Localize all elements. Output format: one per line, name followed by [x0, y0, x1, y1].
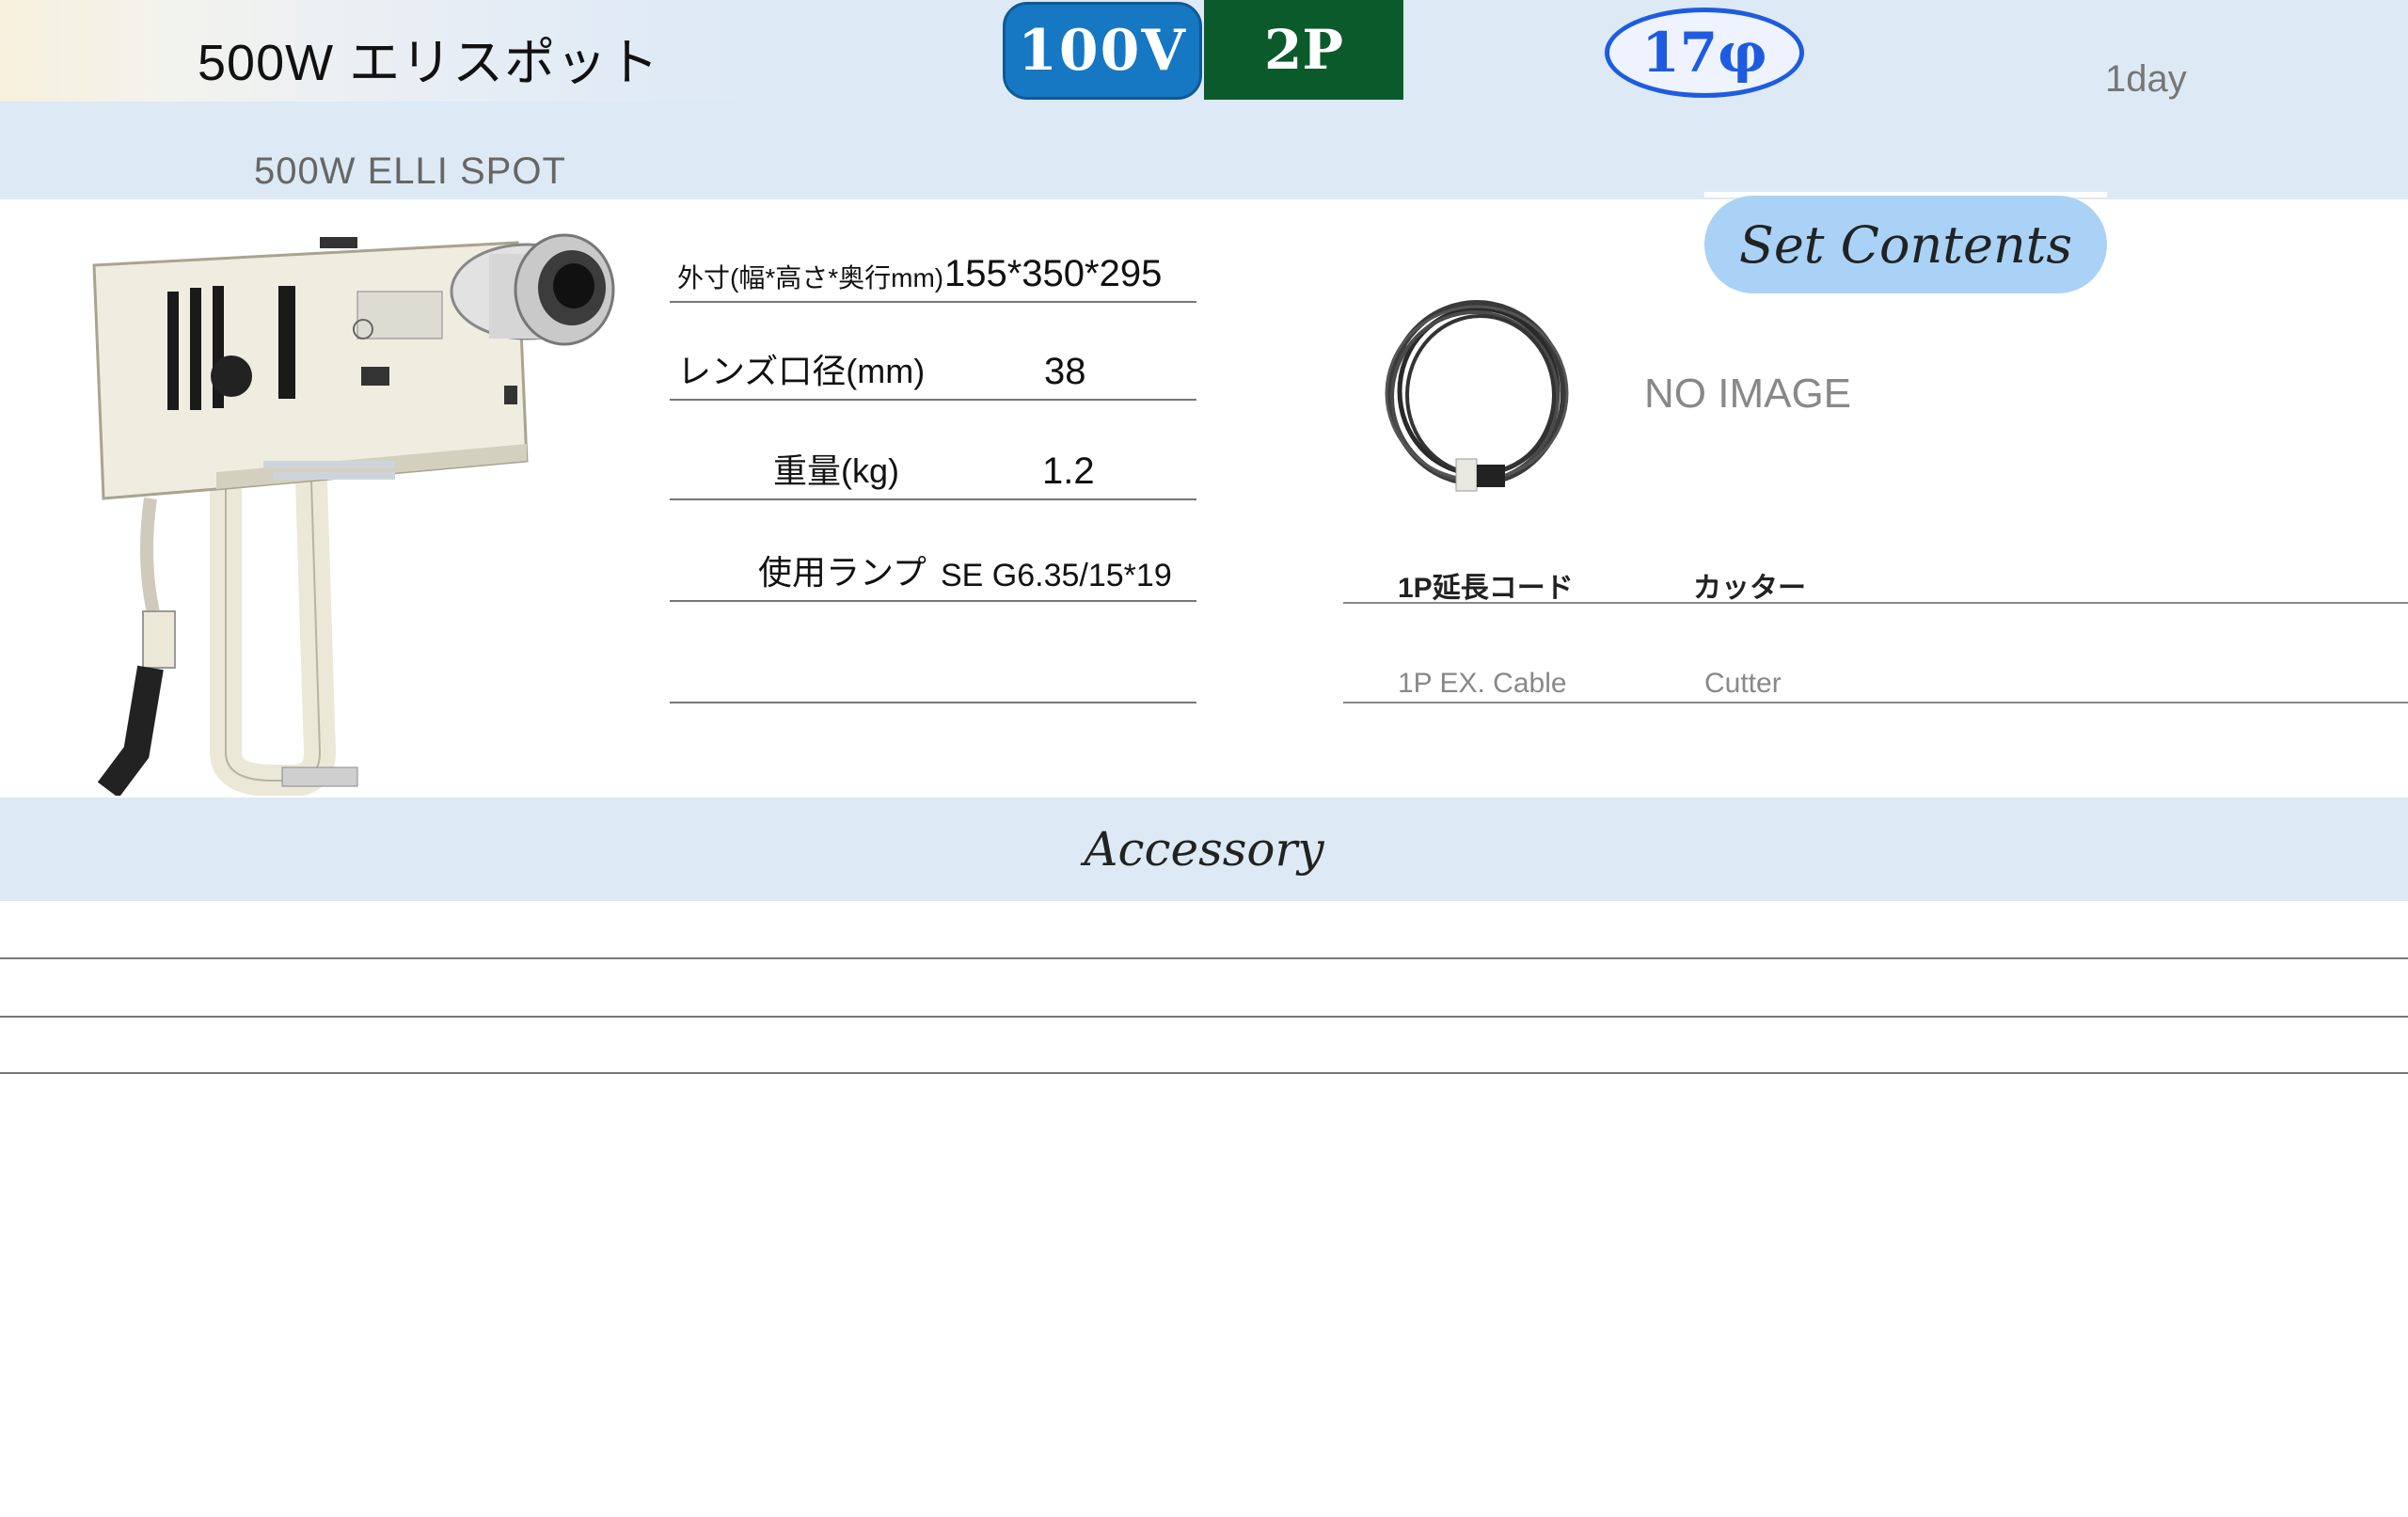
spec-label: 重量(kg): [773, 451, 899, 490]
no-image-placeholder: NO IMAGE: [1644, 371, 1852, 417]
spec-value: SE G6.35/15*19: [941, 558, 1172, 593]
spec-label: 使用ランプ: [758, 553, 927, 592]
spec-row-lens: レンズ口径(mm) 38: [670, 303, 1196, 401]
spec-row-empty: [670, 606, 1196, 703]
spec-value: 155*350*295: [944, 253, 1163, 294]
set-item-name: 1P延長コード: [1398, 573, 1574, 604]
rental-period: 1day: [2105, 58, 2187, 100]
set-item-row-jp: 1P延長コード カッター: [1343, 544, 2408, 604]
ellipsoidal-spotlight-photo: [92, 233, 615, 796]
set-contents-heading: Set Contents: [1704, 196, 2107, 293]
spec-row-weight: 重量(kg) 1.2: [670, 403, 1196, 500]
extension-cable-photo: [1385, 300, 1569, 492]
product-title-en: 500W ELLI SPOT: [254, 150, 566, 192]
plug-badge: 2P: [1204, 0, 1403, 100]
accessory-row: [0, 959, 2408, 1018]
accessory-heading: Accessory: [0, 798, 2408, 901]
spec-row-lamp: 使用ランプ SE G6.35/15*19: [670, 504, 1196, 602]
product-title-jp: 500W エリスポット: [198, 35, 660, 91]
spec-label: レンズ口径(mm): [677, 352, 926, 390]
accessory-row: [0, 901, 2408, 959]
spec-value: 38: [1044, 351, 1086, 392]
set-item-name-en: 1P EX. Cable: [1398, 668, 1567, 699]
voltage-badge: 100V: [1003, 2, 1202, 100]
diameter-badge: 17φ: [1605, 8, 1804, 98]
set-item-row-en: 1P EX. Cable Cutter: [1343, 643, 2408, 703]
set-item-name: カッター: [1693, 573, 1806, 604]
spec-row-dimensions: 外寸(幅*高さ*奥行mm) 155*350*295: [670, 205, 1196, 303]
spec-value: 1.2: [1042, 450, 1095, 492]
accessory-row: [0, 1018, 2408, 1074]
set-item-name-en: Cutter: [1704, 668, 1782, 699]
spec-label: 外寸(幅*高さ*奥行mm): [677, 263, 944, 292]
